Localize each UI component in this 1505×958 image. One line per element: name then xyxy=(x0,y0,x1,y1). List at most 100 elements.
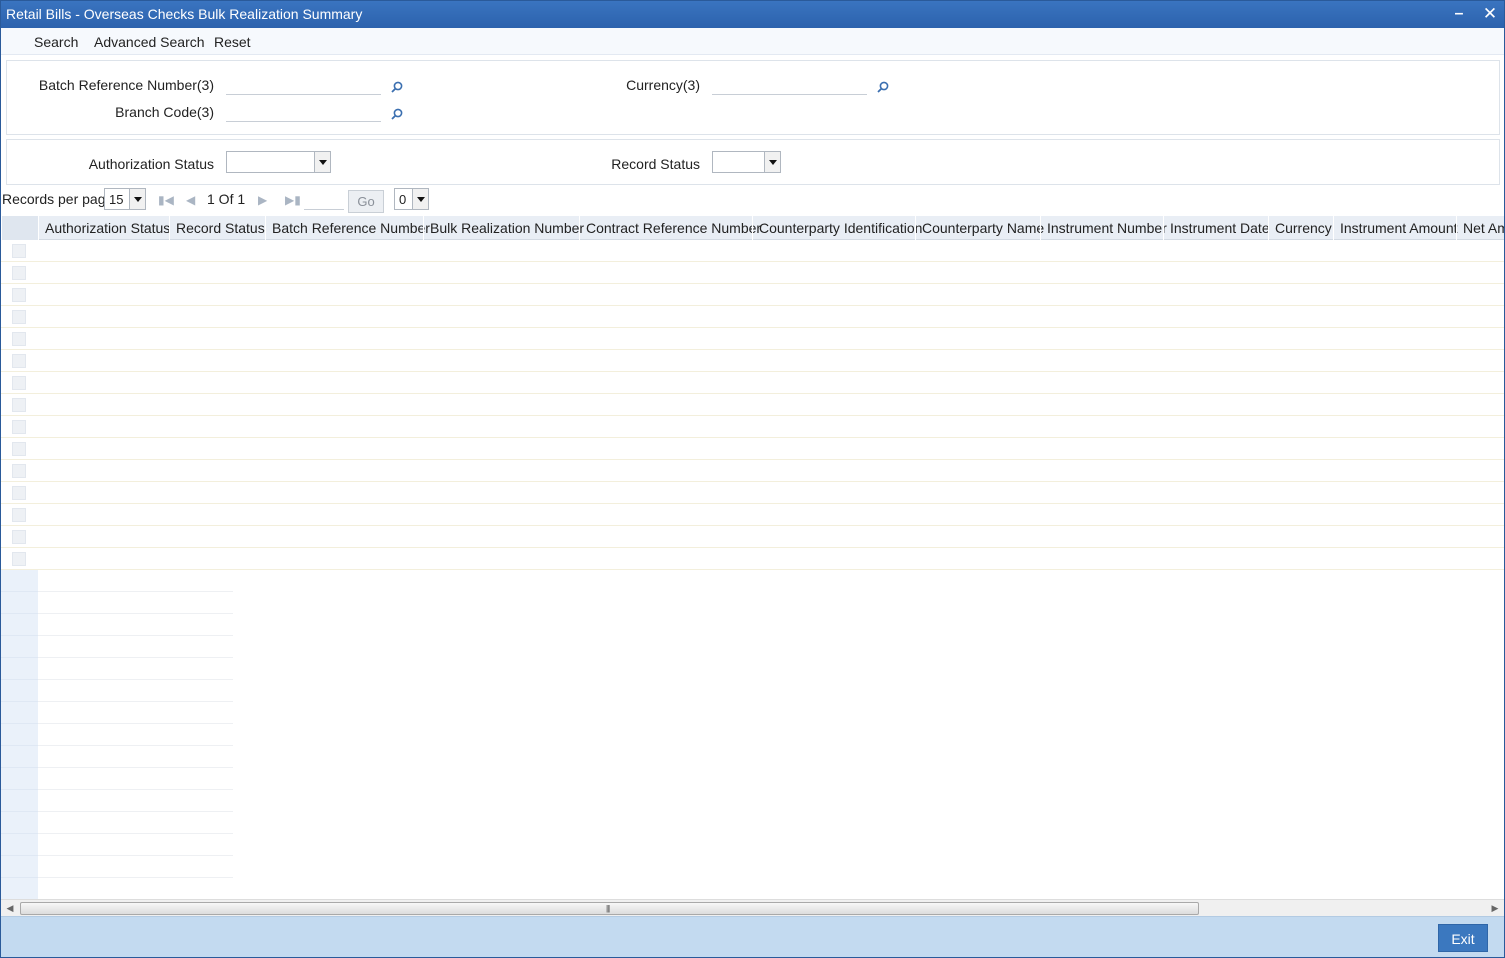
row-checkbox[interactable] xyxy=(12,376,26,390)
column-header[interactable]: Instrument Amount xyxy=(1333,216,1458,240)
row-checkbox[interactable] xyxy=(12,464,26,478)
row-checkbox[interactable] xyxy=(12,244,26,258)
column-header[interactable]: Currency xyxy=(1268,216,1332,240)
row-checkbox[interactable] xyxy=(12,310,26,324)
exit-button[interactable]: Exit xyxy=(1438,924,1488,952)
empty-row-marker xyxy=(1,570,38,592)
chevron-down-icon[interactable] xyxy=(412,189,428,209)
title-bar: Retail Bills - Overseas Checks Bulk Real… xyxy=(1,1,1504,28)
empty-row xyxy=(1,768,233,790)
empty-row-marker xyxy=(1,856,38,878)
column-header[interactable]: Authorization Status xyxy=(38,216,170,240)
column-header[interactable]: Batch Reference Number xyxy=(265,216,430,240)
currency-input[interactable] xyxy=(712,77,867,95)
batch-reference-input[interactable] xyxy=(226,77,381,95)
row-checkbox[interactable] xyxy=(12,508,26,522)
grid-header: Authorization Status Record Status Batch… xyxy=(1,216,1504,240)
row-checkbox[interactable] xyxy=(12,398,26,412)
empty-row xyxy=(1,570,233,592)
next-page-icon[interactable]: ▶ xyxy=(258,194,270,206)
summary-window: Retail Bills - Overseas Checks Bulk Real… xyxy=(0,0,1505,958)
minimize-icon[interactable]: – xyxy=(1449,4,1469,24)
empty-row-marker xyxy=(1,768,38,790)
row-checkbox[interactable] xyxy=(12,354,26,368)
empty-row xyxy=(1,592,233,614)
column-header[interactable]: Contract Reference Number xyxy=(579,216,761,240)
table-row[interactable] xyxy=(1,526,1504,548)
currency-lookup-icon[interactable] xyxy=(876,80,890,94)
grip-icon: ||| xyxy=(606,904,610,913)
table-row[interactable] xyxy=(1,350,1504,372)
branch-code-lookup-icon[interactable] xyxy=(390,107,404,121)
close-icon[interactable]: ✕ xyxy=(1480,4,1500,24)
authorization-status-select[interactable] xyxy=(226,151,331,173)
search-button[interactable]: Search xyxy=(34,34,78,50)
row-checkbox[interactable] xyxy=(12,332,26,346)
row-checkbox[interactable] xyxy=(12,486,26,500)
branch-code-input[interactable] xyxy=(226,104,381,122)
record-status-select[interactable] xyxy=(712,151,781,173)
row-checkbox[interactable] xyxy=(12,420,26,434)
search-criteria-panel: Batch Reference Number(3) Branch Code(3)… xyxy=(6,60,1500,135)
table-row[interactable] xyxy=(1,328,1504,350)
chevron-down-icon[interactable] xyxy=(764,152,780,172)
column-header[interactable]: Record Status xyxy=(169,216,265,240)
empty-row xyxy=(1,658,233,680)
empty-row xyxy=(1,746,233,768)
page-select[interactable]: 0 xyxy=(394,188,429,210)
column-header[interactable]: Counterparty Name xyxy=(915,216,1044,240)
advanced-search-button[interactable]: Advanced Search xyxy=(94,34,205,50)
toolbar: Search Advanced Search Reset xyxy=(1,28,1504,55)
previous-page-icon[interactable]: ◀ xyxy=(186,194,198,206)
column-header[interactable]: Counterparty Identification xyxy=(752,216,922,240)
scrollbar-thumb[interactable]: ||| xyxy=(20,902,1199,915)
last-page-icon[interactable]: ▶▮ xyxy=(285,194,301,206)
scroll-left-icon[interactable]: ◀ xyxy=(4,902,16,914)
results-grid: Authorization Status Record Status Batch… xyxy=(1,216,1504,899)
row-checkbox[interactable] xyxy=(12,288,26,302)
table-row[interactable] xyxy=(1,504,1504,526)
column-header[interactable]: Net Am xyxy=(1456,216,1504,240)
empty-row-marker xyxy=(1,878,38,899)
empty-row-marker xyxy=(1,790,38,812)
records-per-page-select[interactable]: 15 xyxy=(104,188,146,210)
chevron-down-icon[interactable] xyxy=(129,189,145,209)
row-checkbox[interactable] xyxy=(12,552,26,566)
select-all-column[interactable] xyxy=(1,216,38,240)
column-header[interactable]: Instrument Number xyxy=(1040,216,1167,240)
record-status-label: Record Status xyxy=(611,156,700,172)
row-checkbox[interactable] xyxy=(12,266,26,280)
scroll-right-icon[interactable]: ▶ xyxy=(1489,902,1501,914)
table-row[interactable] xyxy=(1,482,1504,504)
page-number-input[interactable] xyxy=(304,194,344,210)
records-per-page-label: Records per page xyxy=(2,191,114,207)
window-title: Retail Bills - Overseas Checks Bulk Real… xyxy=(6,6,363,22)
status-filter-panel: Authorization Status Record Status xyxy=(6,139,1500,185)
table-row[interactable] xyxy=(1,306,1504,328)
table-row[interactable] xyxy=(1,372,1504,394)
table-row[interactable] xyxy=(1,416,1504,438)
chevron-down-icon[interactable] xyxy=(314,152,330,172)
batch-reference-lookup-icon[interactable] xyxy=(390,80,404,94)
column-header[interactable]: Instrument Date xyxy=(1163,216,1270,240)
first-page-icon[interactable]: ▮◀ xyxy=(158,194,174,206)
table-row[interactable] xyxy=(1,262,1504,284)
page-select-value: 0 xyxy=(399,192,407,207)
footer-bar: Exit xyxy=(1,916,1504,957)
table-row[interactable] xyxy=(1,394,1504,416)
empty-row xyxy=(1,834,233,856)
row-checkbox[interactable] xyxy=(12,530,26,544)
table-row[interactable] xyxy=(1,284,1504,306)
table-row[interactable] xyxy=(1,548,1504,570)
empty-row-marker xyxy=(1,592,38,614)
go-button[interactable]: Go xyxy=(348,190,384,213)
reset-button[interactable]: Reset xyxy=(214,34,251,50)
table-row[interactable] xyxy=(1,460,1504,482)
table-row[interactable] xyxy=(1,438,1504,460)
horizontal-scrollbar[interactable]: ◀ ||| ▶ xyxy=(1,899,1504,916)
table-row[interactable] xyxy=(1,240,1504,262)
empty-row xyxy=(1,812,233,834)
column-header[interactable]: Bulk Realization Number xyxy=(423,216,584,240)
empty-row-marker xyxy=(1,680,38,702)
row-checkbox[interactable] xyxy=(12,442,26,456)
